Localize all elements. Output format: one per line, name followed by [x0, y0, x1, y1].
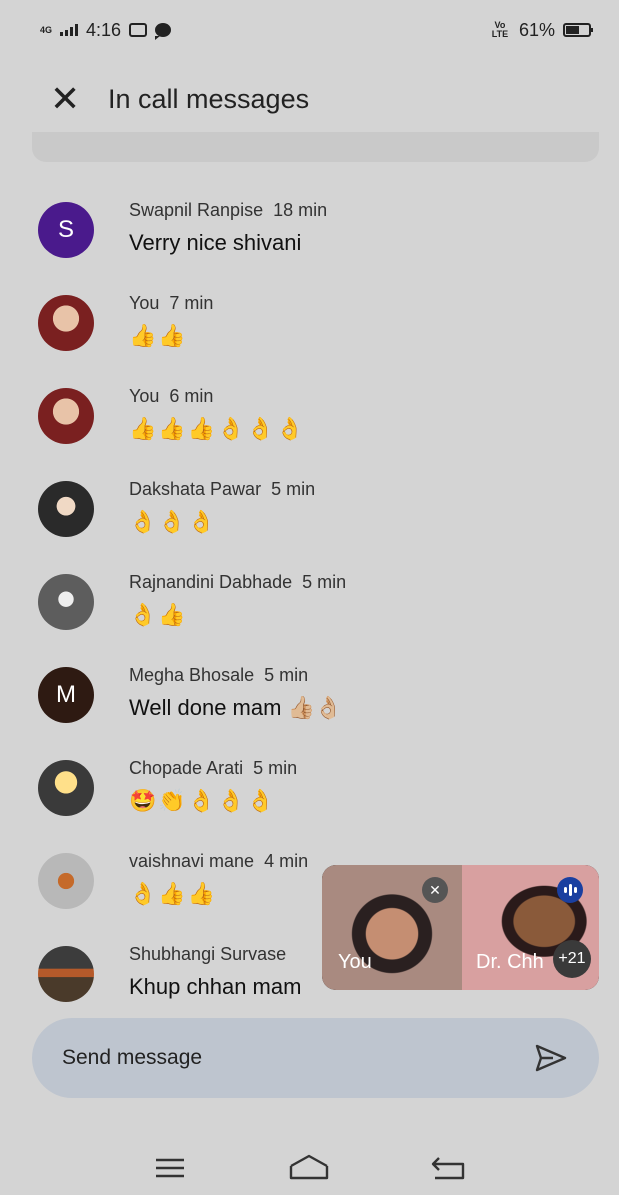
page-title: In call messages — [108, 83, 310, 114]
message-text: 👌👍👍 — [129, 881, 218, 906]
status-left: 4G 4:16 — [40, 19, 172, 41]
message-text: Verry nice shivani — [129, 230, 302, 255]
call-pip-window[interactable]: ✕ You Dr. Chh +21 — [322, 865, 599, 990]
status-right: Vo LTE 61% — [489, 19, 593, 41]
avatar — [38, 574, 94, 630]
chat-notification-icon — [155, 23, 172, 40]
remote-tile-label: Dr. Chh — [476, 951, 544, 973]
sender-name: You — [129, 293, 160, 313]
message-time: 4 min — [264, 851, 309, 871]
list-item: Chopade Arati 5 min 🤩👏👌👌👌 — [0, 738, 619, 831]
sender-name: Dakshata Pawar — [129, 479, 262, 499]
clock: 4:16 — [86, 19, 122, 40]
list-item: S Swapnil Ranpise 18 min Verry nice shiva… — [0, 180, 619, 273]
list-item: M Megha Bhosale 5 min Well done mam 👍🏼👌🏼 — [0, 645, 619, 738]
more-participants-badge[interactable]: +21 — [553, 940, 591, 978]
avatar — [38, 853, 94, 909]
avatar — [38, 946, 94, 1002]
avatar: S — [38, 202, 94, 258]
message-text: 👍👍 — [129, 323, 188, 348]
message-time: 7 min — [169, 293, 214, 313]
message-composer — [32, 1018, 599, 1098]
sender-name: Shubhangi Survase — [129, 944, 287, 964]
sender-name: vaishnavi mane — [129, 851, 255, 871]
message-meta: Rajnandini Dabhade 5 min — [129, 572, 346, 593]
sender-name: Swapnil Ranpise — [129, 200, 264, 220]
app-header: ✕ In call messages — [0, 60, 619, 138]
menu-nav-icon[interactable] — [148, 1152, 192, 1184]
message-meta: vaishnavi mane 4 min — [129, 851, 308, 872]
message-time: 5 min — [302, 572, 347, 592]
message-text: 🤩👏👌👌👌 — [129, 788, 276, 813]
list-item: Rajnandini Dabhade 5 min 👌👍 — [0, 552, 619, 645]
remote-video-tile[interactable]: Dr. Chh +21 — [462, 865, 599, 990]
status-bar: 4G 4:16 Vo LTE 61% — [0, 0, 619, 60]
sender-name: Rajnandini Dabhade — [129, 572, 293, 592]
send-message-input[interactable] — [62, 1046, 482, 1070]
message-text: 👌👍 — [129, 602, 188, 627]
self-video-tile[interactable]: ✕ You — [322, 865, 462, 990]
home-nav-icon[interactable] — [287, 1152, 331, 1184]
message-text: 👌👌👌 — [129, 509, 218, 534]
message-text: 👍👍👍👌👌👌 — [129, 416, 306, 441]
sender-name: Megha Bhosale — [129, 665, 255, 685]
message-meta: Dakshata Pawar 5 min — [129, 479, 315, 500]
previous-message-card — [32, 132, 599, 162]
list-item: You 7 min 👍👍 — [0, 273, 619, 366]
battery-icon — [563, 23, 593, 37]
avatar: M — [38, 667, 94, 723]
avatar — [38, 760, 94, 816]
message-time: 5 min — [271, 479, 316, 499]
signal-icon — [60, 24, 79, 36]
message-time: 6 min — [169, 386, 214, 406]
battery-percent: 61% — [518, 19, 555, 40]
mic-off-icon: ✕ — [422, 877, 448, 903]
sender-name: You — [129, 386, 160, 406]
message-meta: Swapnil Ranpise 18 min — [129, 200, 327, 221]
message-meta: You 6 min — [129, 386, 213, 407]
message-time: 5 min — [253, 758, 298, 778]
message-text: Well done mam 👍🏼👌🏼 — [129, 695, 343, 720]
message-time: 5 min — [264, 665, 309, 685]
list-item: Dakshata Pawar 5 min 👌👌👌 — [0, 459, 619, 552]
network-type: 4G — [40, 24, 53, 35]
avatar — [38, 481, 94, 537]
message-meta: Shubhangi Survase — [129, 944, 296, 965]
sender-name: Chopade Arati — [129, 758, 244, 778]
speaking-indicator-icon — [557, 877, 583, 903]
system-nav-bar — [0, 1140, 619, 1195]
avatar — [38, 388, 94, 444]
send-icon[interactable] — [533, 1040, 569, 1076]
message-time: 18 min — [273, 200, 328, 220]
message-text: Khup chhan mam — [129, 974, 302, 999]
self-tile-label: You — [338, 951, 372, 973]
avatar — [38, 295, 94, 351]
message-meta: Chopade Arati 5 min — [129, 758, 297, 779]
close-icon[interactable]: ✕ — [50, 81, 84, 117]
list-item: You 6 min 👍👍👍👌👌👌 — [0, 366, 619, 459]
mail-notification-icon — [129, 23, 148, 37]
message-meta: You 7 min — [129, 293, 213, 314]
message-meta: Megha Bhosale 5 min — [129, 665, 308, 686]
back-nav-icon[interactable] — [427, 1152, 471, 1184]
volte-indicator: Vo LTE — [491, 20, 509, 39]
